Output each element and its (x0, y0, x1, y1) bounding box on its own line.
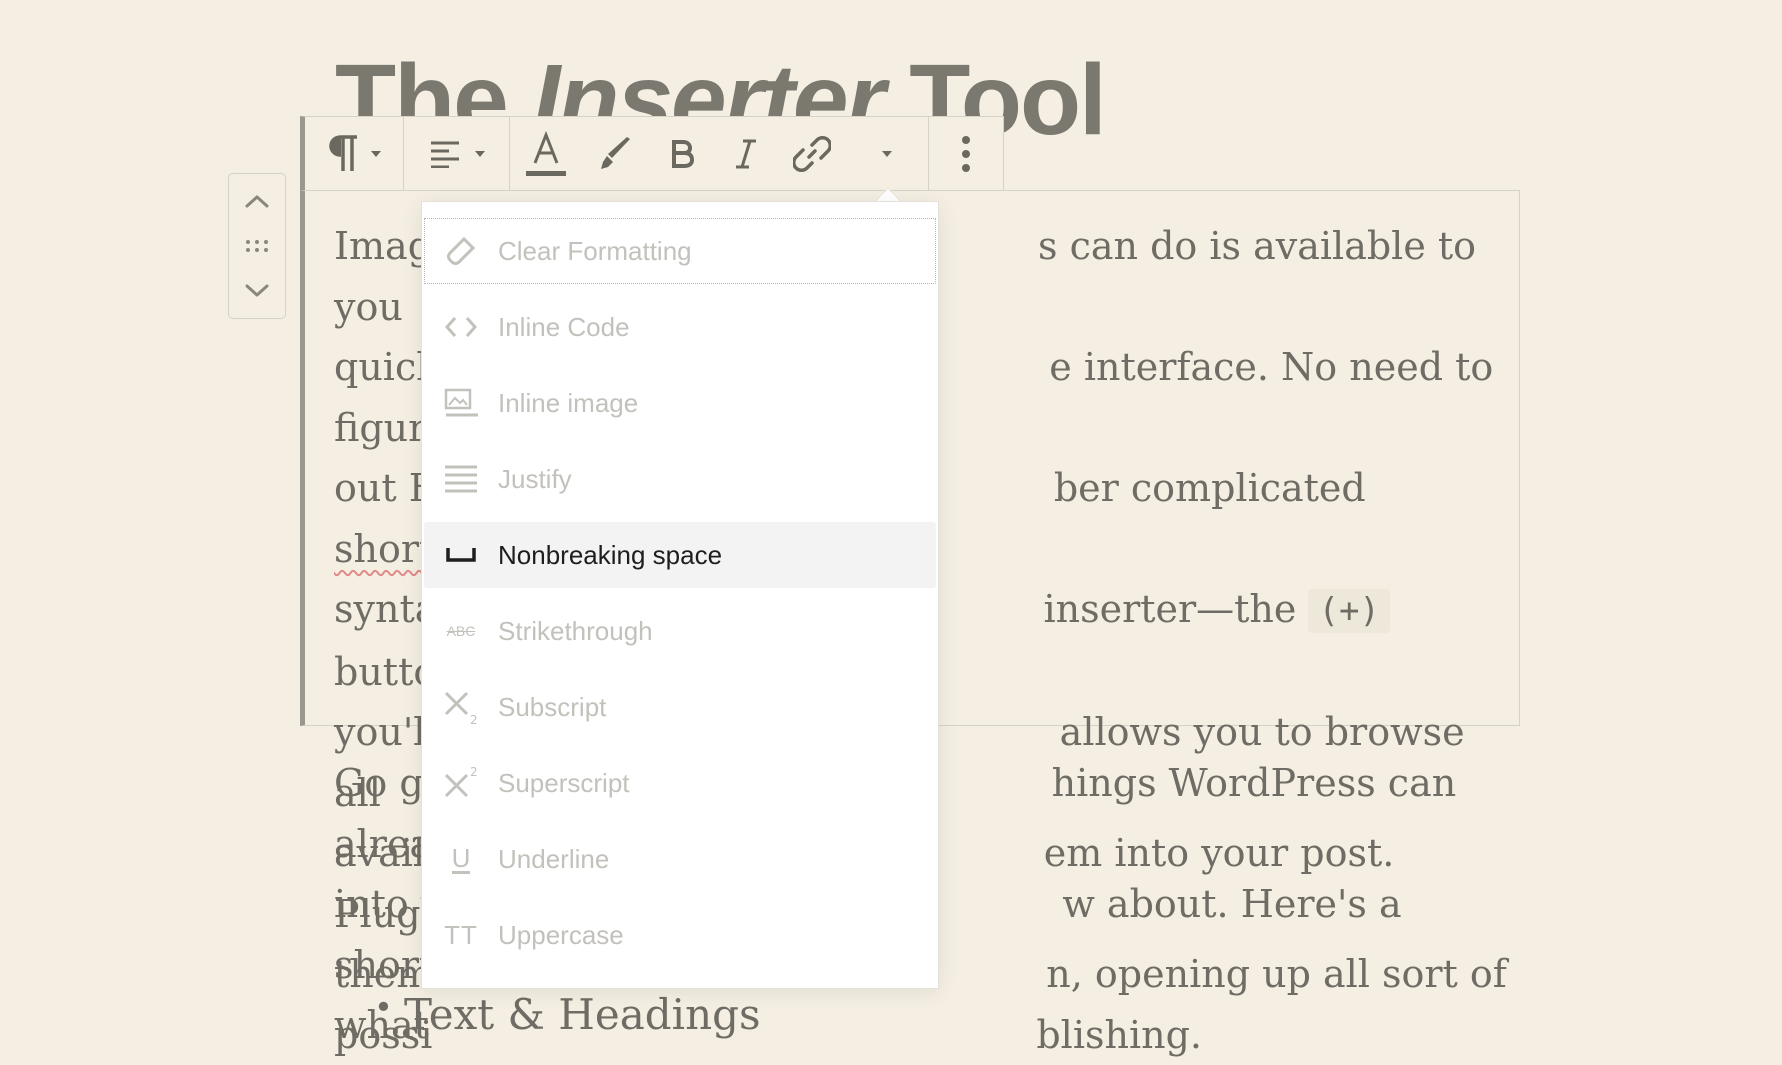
svg-text:2: 2 (470, 713, 478, 725)
more-rich-text-button[interactable] (846, 117, 928, 190)
chevron-down-icon (245, 284, 269, 297)
caret-down-icon (371, 150, 381, 157)
menu-item-nonbreaking-space[interactable]: Nonbreaking space (424, 522, 936, 588)
bold-button[interactable] (650, 117, 714, 190)
move-up-button[interactable] (229, 180, 285, 222)
block-toolbar (300, 116, 1004, 190)
drag-handle[interactable] (229, 225, 285, 267)
more-group (929, 117, 1003, 190)
align-left-icon (430, 141, 459, 168)
uppercase-icon: TT (444, 919, 478, 950)
inline-code: (+) (1308, 589, 1390, 633)
formatting-group (510, 117, 929, 190)
text-color-button[interactable] (510, 117, 582, 190)
block-type-button[interactable] (305, 117, 403, 190)
superscript-icon: 2 (441, 763, 481, 803)
menu-item-clear-formatting[interactable]: Clear Formatting (424, 218, 936, 284)
bold-icon (672, 139, 694, 168)
subscript-icon: 2 (441, 687, 481, 727)
highlight-icon (601, 136, 630, 169)
paragraph-icon (329, 134, 357, 171)
alignment-group (404, 117, 510, 190)
caret-down-icon (474, 150, 485, 157)
bullet-list[interactable]: Text & Headings (374, 988, 761, 1039)
code-icon (441, 307, 481, 347)
menu-item-inline-image[interactable]: Inline image (424, 370, 936, 436)
nonbreaking-space-icon (441, 535, 481, 575)
justify-icon (441, 459, 481, 499)
drag-dots-icon (246, 240, 268, 252)
strikethrough-icon: ABC (446, 623, 476, 639)
menu-item-subscript[interactable]: 2 Subscript (424, 674, 936, 740)
eraser-icon (441, 231, 481, 271)
highlight-button[interactable] (582, 117, 650, 190)
more-rich-text-icon (882, 150, 892, 157)
chevron-up-icon (245, 195, 269, 208)
text-color-icon (526, 130, 566, 176)
rich-text-dropdown-menu: Clear Formatting Inline Code Inline imag… (421, 201, 939, 989)
menu-item-uppercase[interactable]: TT Uppercase (424, 902, 936, 968)
dropdown-pointer (874, 188, 902, 202)
list-item: Text & Headings (374, 988, 761, 1039)
menu-item-underline[interactable]: U Underline (424, 826, 936, 892)
menu-item-inline-code[interactable]: Inline Code (424, 294, 936, 360)
italic-icon (736, 139, 756, 168)
more-options-icon (962, 135, 970, 172)
move-down-button[interactable] (229, 270, 285, 312)
menu-item-justify[interactable]: Justify (424, 446, 936, 512)
block-mover (228, 173, 286, 319)
svg-text:2: 2 (470, 765, 478, 779)
align-button[interactable] (404, 117, 509, 190)
menu-item-strikethrough[interactable]: ABC Strikethrough (424, 598, 936, 664)
italic-button[interactable] (714, 117, 778, 190)
link-button[interactable] (778, 117, 846, 190)
inline-image-icon (441, 383, 481, 423)
link-icon (793, 135, 831, 172)
underline-icon: U (451, 842, 471, 874)
menu-item-superscript[interactable]: 2 Superscript (424, 750, 936, 816)
more-options-button[interactable] (929, 117, 1003, 190)
block-switcher-group (305, 117, 404, 190)
